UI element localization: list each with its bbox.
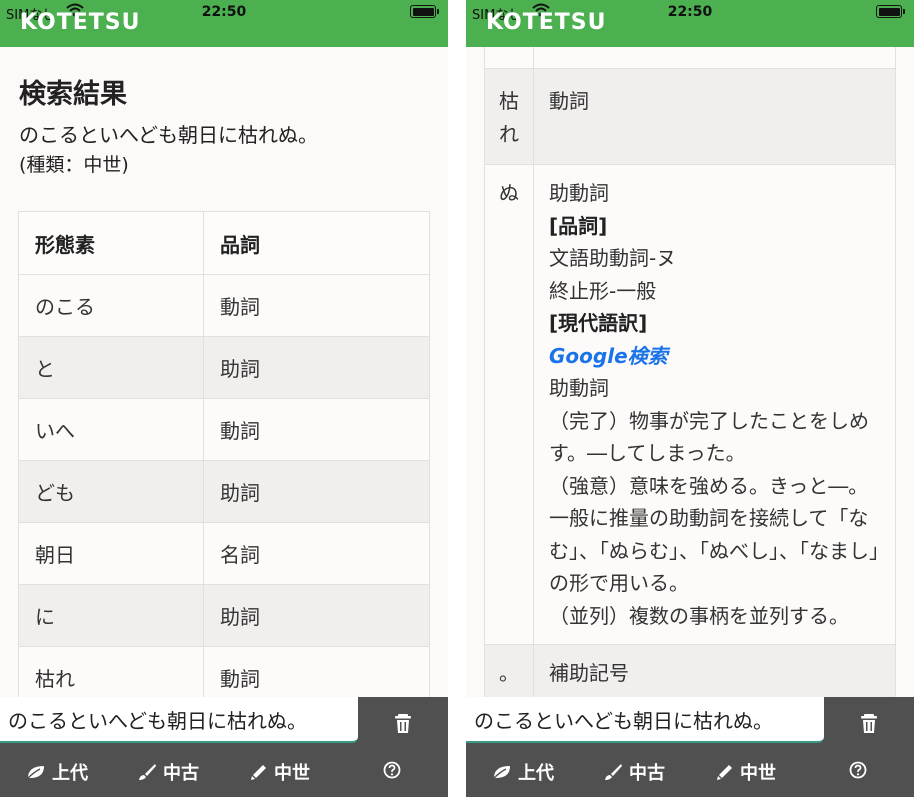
app-logo: KOTETSU: [20, 10, 141, 35]
google-search-link[interactable]: Google検索: [549, 340, 880, 373]
nav-chusei-button[interactable]: 中世: [250, 759, 310, 785]
table-row[interactable]: 枯れ 動詞: [18, 646, 430, 697]
pencil-icon: [717, 765, 732, 780]
nav-jodai-button[interactable]: 上代: [26, 759, 88, 785]
query-input[interactable]: [466, 697, 824, 743]
pencil-icon: [251, 765, 266, 780]
cell-pos: 動詞: [203, 646, 430, 697]
cell-morpheme: 枯れ: [18, 646, 204, 697]
definition-pos: 助動詞: [549, 376, 609, 400]
cell-pos: 名詞: [203, 522, 430, 585]
nav-chusei-label: 中世: [740, 763, 776, 784]
definition-3: （並列）複数の事柄を並列する。: [549, 603, 849, 628]
nav-jodai-button[interactable]: 上代: [492, 759, 554, 785]
battery-icon: [876, 5, 905, 18]
nav-jodai-label: 上代: [518, 763, 554, 784]
pos-heading: [品詞]: [549, 213, 608, 238]
nav-jodai-label: 上代: [52, 763, 88, 784]
trash-icon[interactable]: [856, 711, 882, 735]
phone-screen-search-results: SIMなし 22:50 KOTETSU 検索結果 のこるといへども朝日に枯れぬ。…: [0, 0, 448, 797]
nav-chusei-button[interactable]: 中世: [716, 759, 776, 785]
cell-morpheme: と: [18, 336, 204, 399]
trash-icon[interactable]: [390, 711, 416, 735]
table-row[interactable]: と助詞: [18, 336, 430, 399]
table-row[interactable]: いへ 動詞: [18, 398, 430, 461]
cell-pos: 助詞: [203, 336, 430, 399]
cell-pos: 助詞: [203, 460, 430, 523]
query-text: のこるといへども朝日に枯れぬ。: [19, 123, 318, 147]
cell-morpheme: 朝日: [18, 522, 204, 585]
nav-chuko-button[interactable]: 中古: [603, 759, 665, 785]
table-row[interactable]: 朝日 名詞: [18, 522, 430, 585]
help-icon[interactable]: [849, 761, 867, 779]
leaf-icon: [492, 766, 510, 780]
cell-morpheme: ぬ: [484, 164, 534, 645]
morpheme-table: 形態素 品詞 のこる 動詞 と助詞 いへ 動詞 ども 助詞 朝日 名詞 に助詞 枯れ 動詞: [18, 211, 430, 697]
app-bar: SIMなし 22:50 KOTETSU: [0, 0, 448, 47]
query-input[interactable]: [0, 697, 358, 743]
column-header-pos: 品詞: [203, 211, 430, 275]
table-row[interactable]: 枯れ 動詞: [484, 68, 896, 165]
nav-chuko-label: 中古: [629, 763, 665, 784]
pos-main: 助動詞: [549, 181, 609, 205]
cell-pos: 助詞: [203, 584, 430, 647]
table-row[interactable]: ぬ 助動詞 [品詞] 文語助動詞-ヌ 終止形-一般 [現代語訳] Google検…: [484, 164, 896, 645]
table-row: [484, 47, 896, 69]
bottom-input-bar: 上代 中古 中世: [0, 697, 448, 797]
phone-screen-detail: SIMなし 22:50 KOTETSU 枯れ 動詞 ぬ 助動詞 [品詞] 文語助…: [466, 0, 914, 797]
translation-heading: [現代語訳]: [549, 311, 648, 335]
pos-line-1: 文語助動詞-ヌ: [549, 246, 677, 270]
brush-icon: [605, 764, 622, 780]
leaf-icon: [26, 766, 44, 780]
pos-line-2: 終止形-一般: [549, 278, 657, 303]
app-logo: KOTETSU: [486, 10, 607, 35]
nav-chusei-label: 中世: [274, 763, 310, 784]
table-row[interactable]: のこる 動詞: [18, 274, 430, 337]
cell-pos: 補助記号: [533, 644, 896, 697]
battery-icon: [410, 5, 439, 18]
cell-pos: 動詞: [203, 274, 430, 337]
definition-2: （強意）意味を強める。きっと―。一般に推量の助動詞を接続して「なむ」、「ぬらむ」…: [549, 473, 879, 596]
cell-morpheme: いへ: [18, 398, 204, 461]
cell-morpheme: のこる: [18, 274, 204, 337]
table-row[interactable]: に助詞: [18, 584, 430, 647]
cell-morpheme: 。: [484, 644, 534, 697]
page-title: 検索結果: [19, 79, 127, 110]
detail-content[interactable]: 枯れ 動詞 ぬ 助動詞 [品詞] 文語助動詞-ヌ 終止形-一般 [現代語訳] G…: [466, 47, 914, 697]
cell-detail: 助動詞 [品詞] 文語助動詞-ヌ 終止形-一般 [現代語訳] Google検索 …: [533, 164, 896, 645]
cell-pos: 動詞: [203, 398, 430, 461]
bottom-input-bar: 上代 中古 中世: [466, 697, 914, 797]
nav-chuko-label: 中古: [163, 763, 199, 784]
nav-chuko-button[interactable]: 中古: [137, 759, 199, 785]
cell-pos: 動詞: [533, 68, 896, 165]
morpheme-detail-table: 枯れ 動詞 ぬ 助動詞 [品詞] 文語助動詞-ヌ 終止形-一般 [現代語訳] G…: [484, 47, 896, 697]
app-bar: SIMなし 22:50 KOTETSU: [466, 0, 914, 47]
table-row[interactable]: 。 補助記号: [484, 644, 896, 697]
definition-1: （完了）物事が完了したことをしめす。―してしまった。: [549, 408, 869, 466]
cell-morpheme: ども: [18, 460, 204, 523]
help-icon[interactable]: [383, 761, 401, 779]
brush-icon: [139, 764, 156, 780]
table-header-row: 形態素 品詞: [18, 211, 430, 275]
cell-morpheme: に: [18, 584, 204, 647]
query-type-label: (種類：中世): [19, 154, 129, 176]
column-header-morpheme: 形態素: [18, 211, 204, 275]
results-content[interactable]: 検索結果 のこるといへども朝日に枯れぬ。 (種類：中世) 形態素 品詞 のこる動…: [0, 47, 448, 697]
table-row[interactable]: ども 助詞: [18, 460, 430, 523]
cell-morpheme: 枯れ: [484, 68, 534, 165]
